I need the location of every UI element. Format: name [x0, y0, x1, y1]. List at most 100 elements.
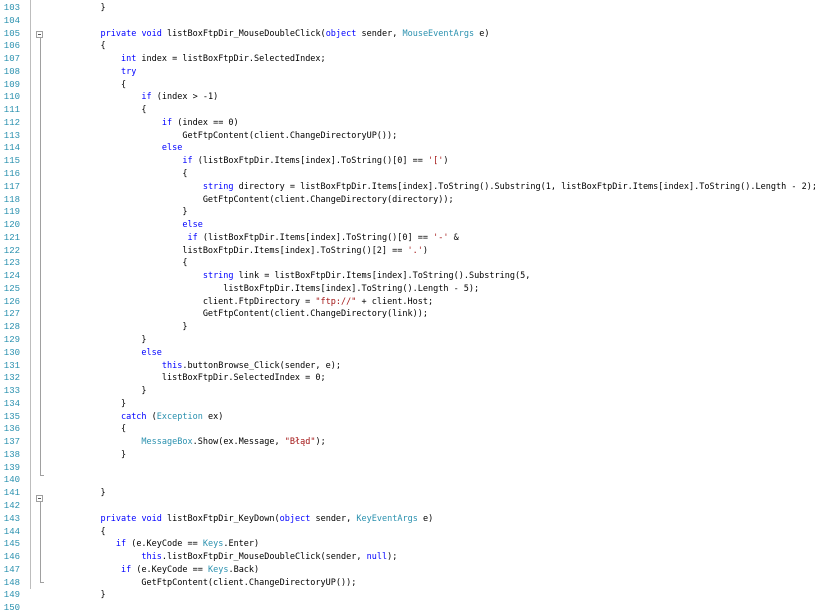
code-token: listBoxFtpDir_KeyDown( [161, 513, 280, 524]
line-number: 110 [3, 92, 20, 103]
line-number: 108 [3, 66, 20, 77]
code-line[interactable]: 136 { [0, 423, 838, 436]
code-line[interactable]: 109 { [0, 79, 838, 92]
code-token: } [80, 449, 127, 460]
code-token: { [80, 424, 127, 435]
line-number: 148 [3, 577, 20, 588]
code-line[interactable]: 117 string directory = listBoxFtpDir.Ite… [0, 181, 838, 194]
code-token: ( [146, 411, 157, 422]
code-token: & [448, 232, 459, 243]
code-line[interactable]: 130 else [0, 347, 838, 360]
code-line[interactable]: 115 if (listBoxFtpDir.Items[index].ToStr… [0, 155, 838, 168]
keyword-token: null [366, 552, 388, 563]
code-line[interactable]: 107 int index = listBoxFtpDir.SelectedIn… [0, 53, 838, 66]
code-line[interactable]: 141 } [0, 487, 838, 500]
code-line[interactable]: 119 } [0, 206, 838, 219]
code-text: client.FtpDirectory = "ftp://" + client.… [80, 296, 433, 309]
code-editor[interactable]: 103 } 104 105 private void listBoxFtpDir_M… [0, 0, 838, 613]
line-number: 142 [3, 501, 20, 512]
code-line[interactable]: 148 GetFtpContent(client.ChangeDirectory… [0, 577, 838, 590]
code-line[interactable]: 110 if (index > -1) [0, 91, 838, 104]
code-line[interactable]: 137 MessageBox.Show(ex.Message, "Błąd"); [0, 436, 838, 449]
code-line[interactable]: 140 [0, 474, 838, 487]
keyword-token: if [187, 232, 198, 243]
code-line[interactable]: 127 GetFtpContent(client.ChangeDirectory… [0, 308, 838, 321]
code-line[interactable]: 113 GetFtpContent(client.ChangeDirectory… [0, 130, 838, 143]
code-line[interactable]: 134 } [0, 398, 838, 411]
code-line[interactable]: 149 } [0, 589, 838, 602]
code-line[interactable]: 120 else [0, 219, 838, 232]
keyword-token: else [182, 220, 203, 231]
code-line[interactable]: 131 this.buttonBrowse_Click(sender, e); [0, 360, 838, 373]
keyword-token: if [115, 539, 127, 550]
line-number: 134 [3, 398, 20, 409]
code-line[interactable]: 118 GetFtpContent(client.ChangeDirectory… [0, 194, 838, 207]
code-line[interactable]: 139 [0, 462, 838, 475]
code-token: (e.KeyCode == [131, 564, 208, 575]
code-text: { [80, 257, 187, 270]
code-text: { [80, 40, 105, 53]
code-line[interactable]: 124 string link = listBoxFtpDir.Items[in… [0, 270, 838, 283]
code-text: } [80, 449, 126, 462]
code-token: listBoxFtpDir.Items[index].ToString()[2]… [80, 245, 408, 256]
code-token: sender, [356, 28, 403, 39]
code-line[interactable]: 126 client.FtpDirectory = "ftp://" + cli… [0, 296, 838, 309]
code-line[interactable]: 105 private void listBoxFtpDir_MouseDoub… [0, 28, 838, 41]
code-line[interactable]: 104 [0, 15, 838, 28]
code-text: } [80, 487, 105, 500]
code-line[interactable]: 129 } [0, 334, 838, 347]
string-token: "ftp://" [315, 296, 357, 307]
line-number: 143 [3, 513, 20, 524]
code-line[interactable]: 103 } [0, 2, 838, 15]
code-text: GetFtpContent(client.ChangeDirectoryUP()… [80, 130, 397, 143]
code-line[interactable]: 145 if (e.KeyCode == Keys.Enter) [0, 538, 838, 551]
code-line[interactable]: 123 { [0, 257, 838, 270]
code-line[interactable]: 116 { [0, 168, 838, 181]
code-text: { [80, 423, 126, 436]
line-number: 139 [3, 462, 20, 473]
keyword-token: string [202, 181, 234, 192]
code-line[interactable]: 106 { [0, 40, 838, 53]
code-text: string link = listBoxFtpDir.Items[index]… [80, 270, 531, 283]
code-line[interactable]: 108 try [0, 66, 838, 79]
code-token: } [80, 386, 147, 397]
code-token: (e.KeyCode == [126, 539, 203, 550]
code-line[interactable]: 150 [0, 602, 838, 615]
code-line[interactable]: 133 } [0, 385, 838, 398]
code-line[interactable]: 111 { [0, 104, 838, 117]
code-text: private void listBoxFtpDir_MouseDoubleCl… [80, 28, 489, 41]
code-line[interactable]: 135 catch (Exception ex) [0, 411, 838, 424]
code-text: } [80, 398, 126, 411]
type-token: MouseEventArgs [402, 28, 475, 39]
code-text: else [80, 219, 203, 232]
code-line[interactable]: 146 this.listBoxFtpDir_MouseDoubleClick(… [0, 551, 838, 564]
code-line[interactable]: 144 { [0, 526, 838, 539]
string-token: '-' [433, 232, 449, 243]
code-token: } [80, 322, 188, 333]
code-line[interactable]: 128 } [0, 321, 838, 334]
line-number: 128 [3, 322, 20, 333]
line-number: 147 [3, 564, 20, 575]
code-line[interactable]: 125 listBoxFtpDir.Items[index].ToString(… [0, 283, 838, 296]
keyword-token: else [161, 143, 183, 154]
code-line[interactable]: 114 else [0, 142, 838, 155]
code-line[interactable]: 142 [0, 500, 838, 513]
line-number: 149 [3, 590, 20, 601]
code-line[interactable]: 122 listBoxFtpDir.Items[index].ToString(… [0, 245, 838, 258]
line-number: 145 [3, 539, 20, 550]
code-text: } [80, 385, 147, 398]
code-token: listBoxFtpDir_MouseDoubleClick( [161, 28, 326, 39]
code-line[interactable]: 143 private void listBoxFtpDir_KeyDown(o… [0, 513, 838, 526]
code-line[interactable]: 112 if (index == 0) [0, 117, 838, 130]
code-text: listBoxFtpDir.Items[index].ToString()[2]… [80, 245, 428, 258]
code-line[interactable]: 132 listBoxFtpDir.SelectedIndex = 0; [0, 372, 838, 385]
line-number: 150 [3, 603, 20, 614]
code-line[interactable]: 121 if (listBoxFtpDir.Items[index].ToStr… [0, 232, 838, 245]
type-token: KeyEventArgs [356, 513, 418, 524]
line-number: 122 [3, 245, 20, 256]
code-line[interactable]: 138 } [0, 449, 838, 462]
code-line[interactable]: 147 if (e.KeyCode == Keys.Back) [0, 564, 838, 577]
